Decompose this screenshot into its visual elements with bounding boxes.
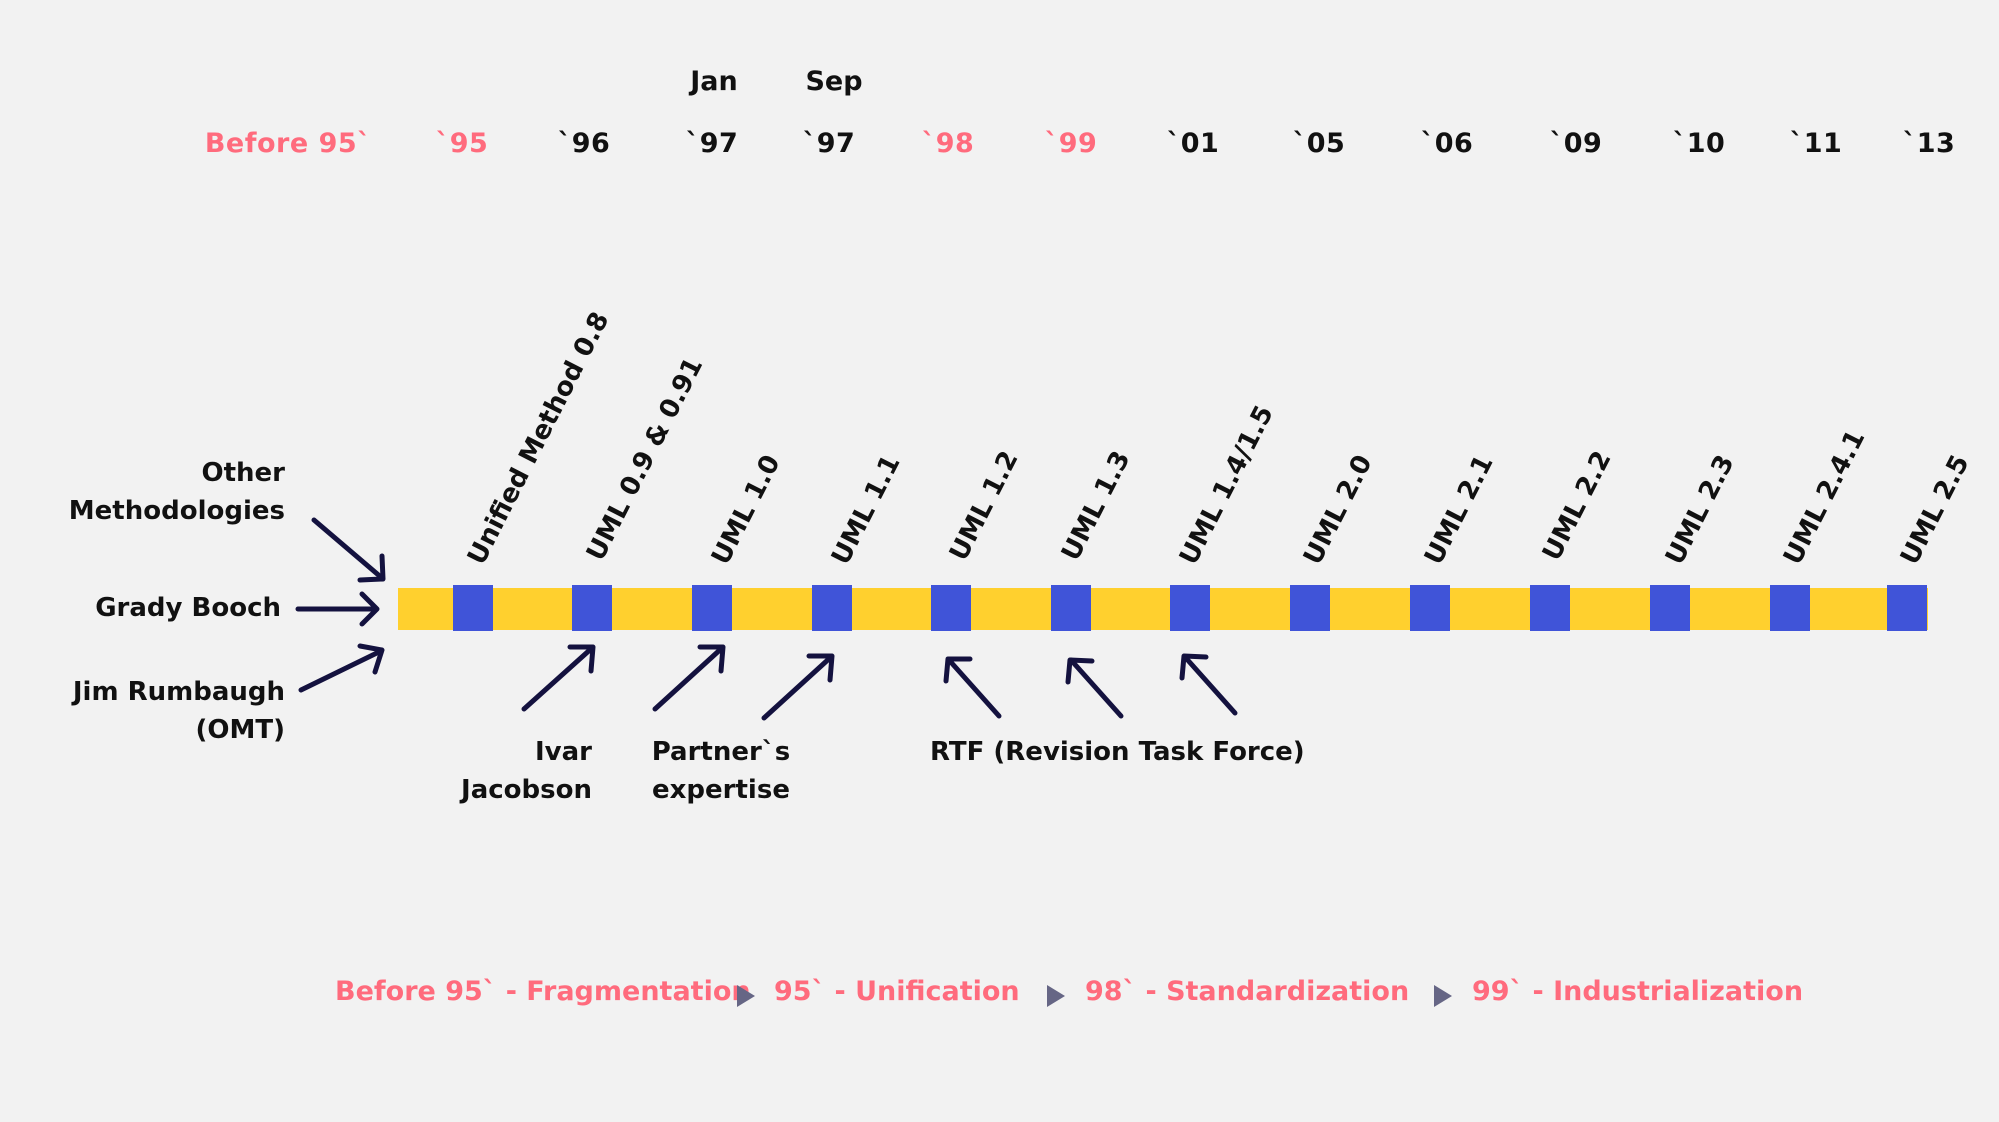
arrow-rtf-icon-1 xyxy=(943,656,1002,719)
input-label-line: Methodologies xyxy=(68,496,285,526)
contributor-label-partners-expertise: Partner`s expertise xyxy=(648,733,794,809)
arrow-other-methodologies-icon xyxy=(311,517,386,583)
triangle-right-icon xyxy=(1434,985,1452,1007)
phase-label-standardization: 98` - Standardization xyxy=(1085,976,1410,1007)
arrow-ivar-icon xyxy=(521,644,596,712)
contributor-label-line: expertise xyxy=(652,775,790,805)
arrow-rtf-icon-3 xyxy=(1179,653,1238,716)
input-label-line: Other xyxy=(201,458,286,488)
contributor-label-ivar-jacobson: Ivar Jacobson xyxy=(452,733,592,809)
contributor-label-line: Partner`s xyxy=(651,737,791,767)
phase-label-fragmentation: Before 95` - Fragmentation xyxy=(335,976,751,1007)
input-label-grady-booch: Grady Booch xyxy=(95,593,281,623)
input-label-line: Jim Rumbaugh xyxy=(72,677,285,707)
triangle-right-icon xyxy=(737,985,755,1007)
input-label-jim-rumbaugh: Jim Rumbaugh (OMT) xyxy=(73,673,285,749)
arrow-jim-rumbaugh-icon xyxy=(298,643,385,693)
arrow-partners-icon-2 xyxy=(761,653,835,721)
triangle-right-icon xyxy=(1047,985,1065,1007)
contributor-label-line: Ivar xyxy=(535,737,592,767)
contributor-label-line: Jacobson xyxy=(461,775,592,805)
phase-label-unification: 95` - Unification xyxy=(774,976,1020,1007)
phase-label-industrialization: 99` - Industrialization xyxy=(1472,976,1804,1007)
input-label-other-methodologies: Other Methodologies xyxy=(69,454,285,530)
arrow-partners-icon-1 xyxy=(652,644,726,712)
contributor-label-rtf: RTF (Revision Task Force) xyxy=(930,737,1305,767)
input-label-line: (OMT) xyxy=(195,715,285,745)
arrow-rtf-icon-2 xyxy=(1065,657,1124,719)
arrow-grady-booch-icon xyxy=(295,591,380,627)
arrows-layer xyxy=(295,517,1238,721)
